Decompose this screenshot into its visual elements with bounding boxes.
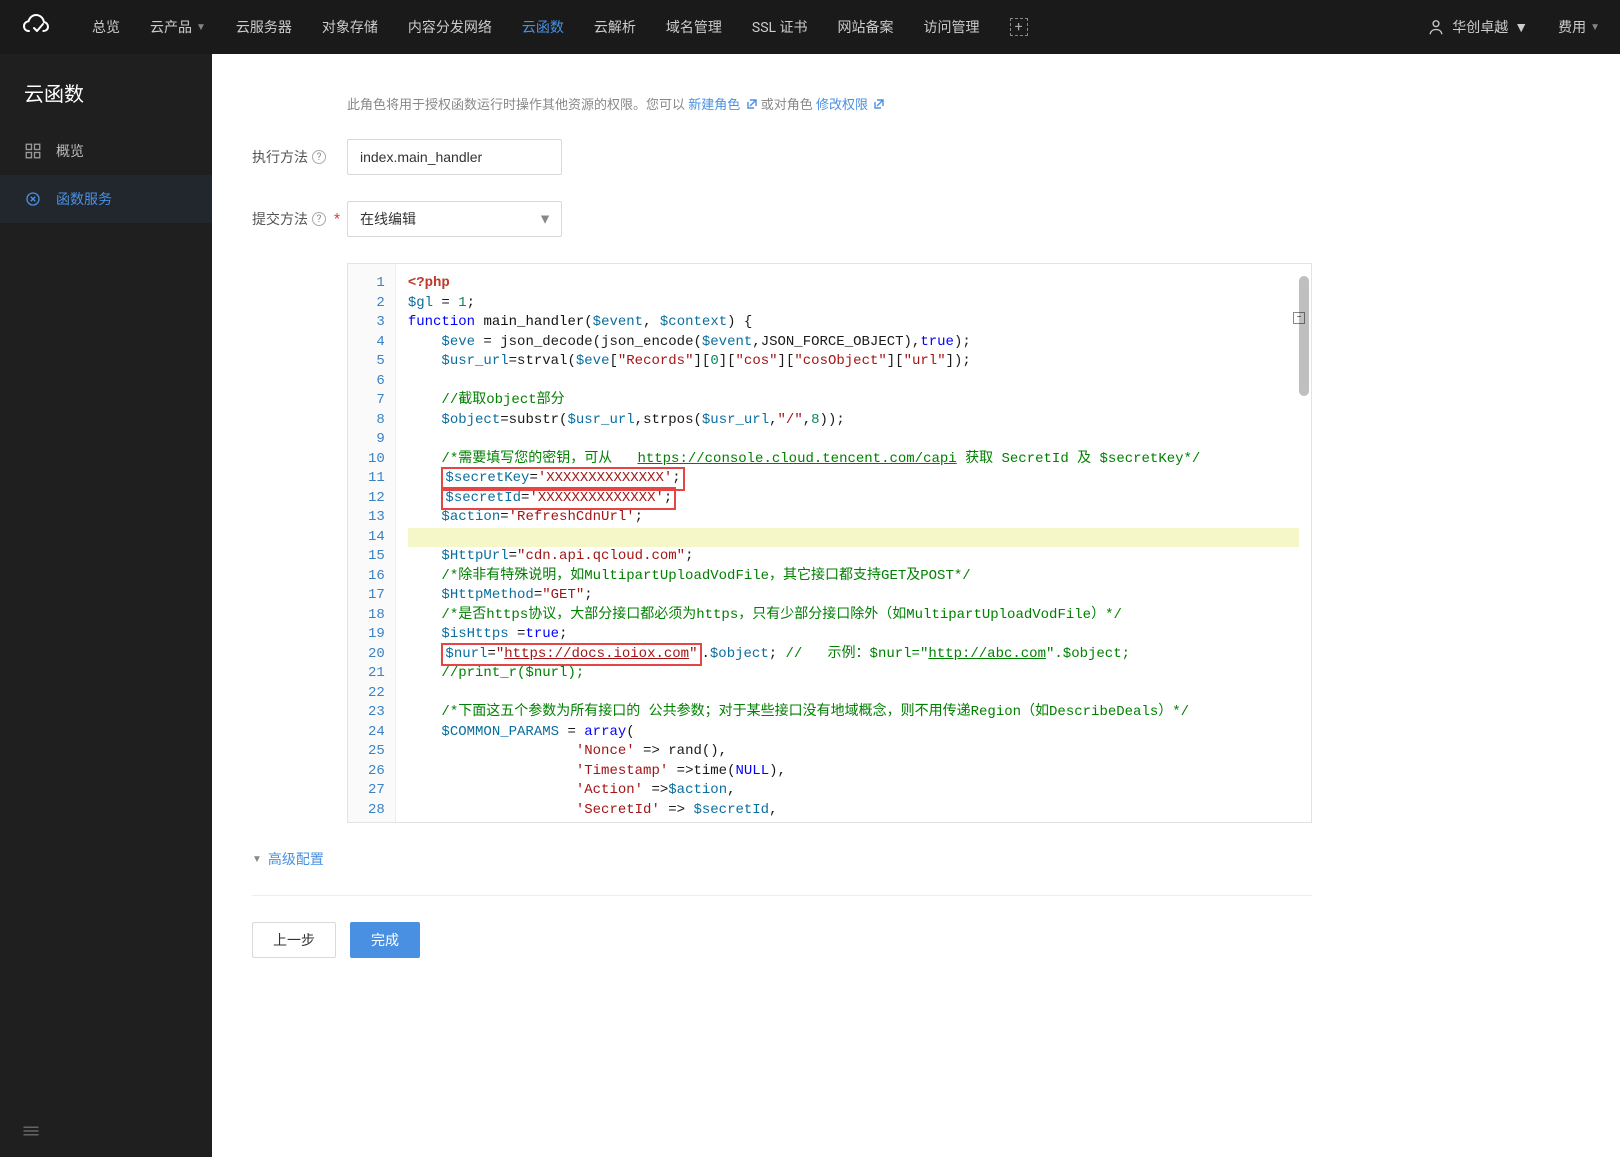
chevron-down-icon: ▼ xyxy=(1514,19,1528,36)
exec-method-label: 执行方法 ? xyxy=(252,147,347,167)
code-editor[interactable]: − 12345678910111213141516171819202122232… xyxy=(347,263,1312,823)
help-icon[interactable]: ? xyxy=(312,150,326,164)
user-icon xyxy=(1426,17,1446,37)
exec-method-input[interactable] xyxy=(347,139,562,175)
topnav-dns[interactable]: 云解析 xyxy=(594,17,636,37)
button-label: 上一步 xyxy=(273,930,315,950)
sidebar-collapse[interactable] xyxy=(0,1109,212,1157)
topbar-right: 华创卓越 ▼ 费用 ▼ xyxy=(1426,17,1600,37)
submit-method-row: 提交方法 ? * 在线编辑 ▼ xyxy=(252,201,1312,237)
topnav-label: 云产品 xyxy=(150,17,192,37)
topnav-label: 域名管理 xyxy=(666,17,722,37)
collapse-icon xyxy=(22,1125,40,1137)
fee-label: 费用 xyxy=(1558,17,1586,37)
topnav-label: 网站备案 xyxy=(838,17,894,37)
topnav-ssl[interactable]: SSL 证书 xyxy=(752,17,808,37)
sidebar-item-label: 概览 xyxy=(56,141,84,161)
label-text: 执行方法 xyxy=(252,147,308,167)
role-hint-text: 此角色将用于授权函数运行时操作其他资源的权限。您可以 xyxy=(347,98,685,113)
new-role-label: 新建角色 xyxy=(688,98,740,113)
topnav-overview[interactable]: 总览 xyxy=(92,17,120,37)
new-role-link[interactable]: 新建角色 xyxy=(688,98,760,113)
topnav-cam[interactable]: 访问管理 xyxy=(924,17,980,37)
topnav-label: SSL 证书 xyxy=(752,17,808,37)
topnav-cos[interactable]: 对象存储 xyxy=(322,17,378,37)
user-menu[interactable]: 华创卓越 ▼ xyxy=(1426,17,1528,37)
editor-code[interactable]: <?php $gl = 1; function main_handler($ev… xyxy=(396,264,1311,822)
select-value: 在线编辑 xyxy=(360,209,416,229)
submit-method-label: 提交方法 ? * xyxy=(252,209,347,229)
dashboard-icon xyxy=(24,142,42,160)
role-hint-or: 或对角色 xyxy=(761,98,813,113)
topnav-cvm[interactable]: 云服务器 xyxy=(236,17,292,37)
edit-perm-label: 修改权限 xyxy=(816,98,868,113)
chevron-down-icon: ▼ xyxy=(196,22,206,33)
required-mark: * xyxy=(334,211,340,227)
sidebar-item-function-service[interactable]: 函数服务 xyxy=(0,175,212,223)
user-name: 华创卓越 xyxy=(1452,17,1508,37)
done-button[interactable]: 完成 xyxy=(350,922,420,958)
topnav-products[interactable]: 云产品 ▼ xyxy=(150,17,206,37)
chevron-down-icon: ▼ xyxy=(252,854,262,865)
sidebar: 云函数 概览 函数服务 xyxy=(0,54,212,1157)
topnav-domain[interactable]: 域名管理 xyxy=(666,17,722,37)
submit-method-select[interactable]: 在线编辑 xyxy=(347,201,562,237)
topnav-cdn[interactable]: 内容分发网络 xyxy=(408,17,492,37)
editor-gutter: 1234567891011121314151617181920212223242… xyxy=(348,264,396,822)
code-comment: 获取 SecretId 及 $secretKey*/ xyxy=(957,451,1201,467)
help-icon[interactable]: ? xyxy=(312,212,326,226)
topnav-add-button[interactable]: + xyxy=(1010,18,1028,36)
advanced-config-toggle[interactable]: ▼ 高级配置 xyxy=(252,823,1312,869)
exec-method-row: 执行方法 ? xyxy=(252,139,1312,175)
topnav-label: 云函数 xyxy=(522,17,564,37)
code-string-link: https://docs.ioiox.com xyxy=(504,646,689,662)
sidebar-item-overview[interactable]: 概览 xyxy=(0,127,212,175)
topnav-label: 对象存储 xyxy=(322,17,378,37)
external-link-icon xyxy=(873,98,885,110)
topnav-label: 云解析 xyxy=(594,17,636,37)
prev-button[interactable]: 上一步 xyxy=(252,922,336,958)
topnav-scf[interactable]: 云函数 xyxy=(522,17,564,37)
topnav-label: 内容分发网络 xyxy=(408,17,492,37)
topbar: 总览 云产品 ▼ 云服务器 对象存储 内容分发网络 云函数 云解析 域名管理 SS… xyxy=(0,0,1620,54)
topnav-label: 总览 xyxy=(92,17,120,37)
topnav-label: 云服务器 xyxy=(236,17,292,37)
fee-menu[interactable]: 费用 ▼ xyxy=(1558,17,1600,37)
topbar-nav: 总览 云产品 ▼ 云服务器 对象存储 内容分发网络 云函数 云解析 域名管理 SS… xyxy=(92,17,1426,37)
sidebar-title: 云函数 xyxy=(0,54,212,127)
scrollbar[interactable] xyxy=(1299,276,1309,396)
code-comment: /*需要填写您的密钥，可从 xyxy=(408,451,638,467)
role-hint: 此角色将用于授权函数运行时操作其他资源的权限。您可以 新建角色 或对角色 修改权… xyxy=(347,94,1312,113)
advanced-config-label: 高级配置 xyxy=(268,849,324,869)
chevron-down-icon: ▼ xyxy=(1590,22,1600,33)
edit-perm-link[interactable]: 修改权限 xyxy=(816,98,885,113)
code-comment-link: https://console.cloud.tencent.com/capi xyxy=(637,451,956,467)
function-icon xyxy=(24,190,42,208)
main: 此角色将用于授权函数运行时操作其他资源的权限。您可以 新建角色 或对角色 修改权… xyxy=(212,54,1620,1157)
topnav-beian[interactable]: 网站备案 xyxy=(838,17,894,37)
external-link-icon xyxy=(746,98,758,110)
sidebar-item-label: 函数服务 xyxy=(56,189,112,209)
label-text: 提交方法 xyxy=(252,209,308,229)
code-comment-link: http://abc.com xyxy=(928,646,1046,662)
footer-buttons: 上一步 完成 xyxy=(252,896,1312,958)
cloud-logo[interactable] xyxy=(20,11,52,43)
button-label: 完成 xyxy=(371,930,399,950)
topnav-label: 访问管理 xyxy=(924,17,980,37)
